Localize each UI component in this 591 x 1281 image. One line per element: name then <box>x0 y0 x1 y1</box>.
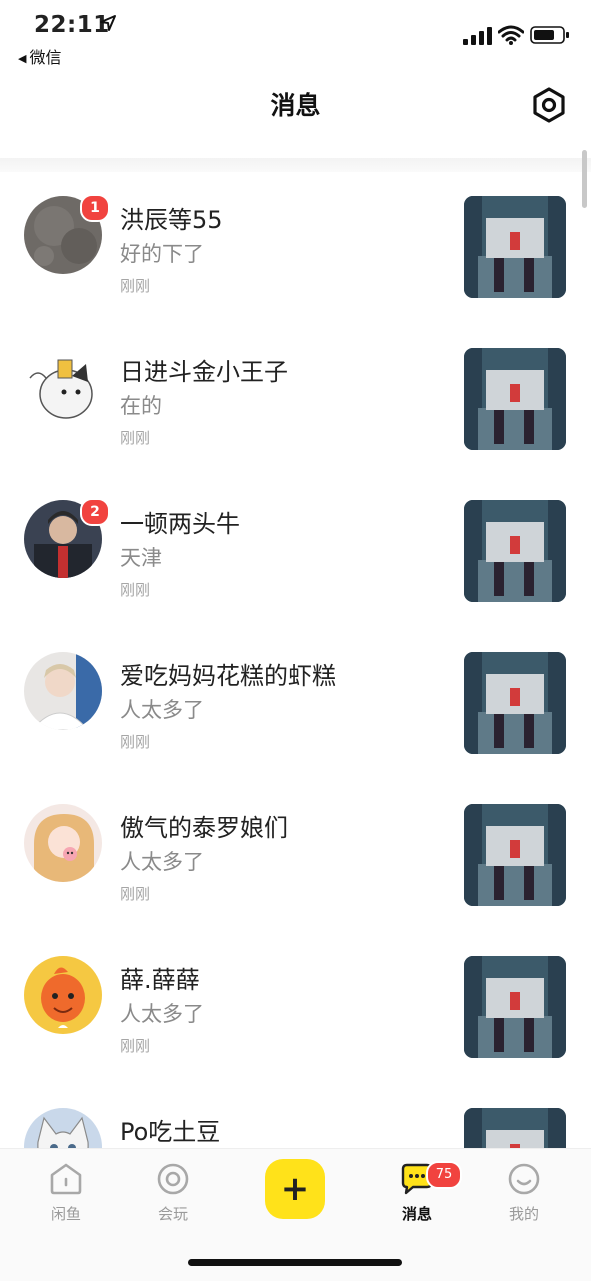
tab-home[interactable]: 闲鱼 <box>26 1161 106 1224</box>
conversation-row[interactable]: 2 一顿两头牛 天津 刚刚 <box>0 476 591 628</box>
item-thumbnail[interactable] <box>464 196 566 298</box>
last-message: 在的 <box>120 394 162 418</box>
avatar[interactable] <box>24 804 102 882</box>
item-thumbnail[interactable] <box>464 348 566 450</box>
message-time: 刚刚 <box>120 733 151 751</box>
message-time: 刚刚 <box>120 885 151 903</box>
last-message: 人太多了 <box>120 1002 204 1026</box>
tab-mine-label: 我的 <box>508 1205 539 1223</box>
conversation-list: 1 洪辰等55 好的下了 刚刚 日进斗金小王子 在的 刚刚 2 一顿两头牛 天津… <box>0 172 591 1148</box>
contact-name: 薛.薛薛 <box>120 966 200 994</box>
tab-play[interactable]: 会玩 <box>133 1161 213 1224</box>
last-message: 好的下了 <box>120 242 204 266</box>
message-time: 刚刚 <box>120 277 151 295</box>
contact-name: 日进斗金小王子 <box>120 358 288 386</box>
publish-button[interactable]: + <box>265 1159 325 1219</box>
contact-name: 洪辰等55 <box>120 206 223 234</box>
back-app-label: 微信 <box>29 48 62 67</box>
avatar[interactable] <box>24 956 102 1034</box>
battery-icon <box>530 26 569 44</box>
contact-name: 傲气的泰罗娘们 <box>120 814 288 842</box>
settings-hexagon-icon[interactable] <box>530 86 568 124</box>
smiley-face-icon <box>508 1163 540 1195</box>
avatar[interactable] <box>24 652 102 730</box>
header-divider <box>0 158 591 172</box>
conversation-row[interactable]: 傲气的泰罗娘们 人太多了 刚刚 <box>0 780 591 932</box>
contact-name: 一顿两头牛 <box>120 510 240 538</box>
item-thumbnail[interactable] <box>464 652 566 754</box>
wifi-icon <box>498 25 524 45</box>
item-thumbnail[interactable] <box>464 804 566 906</box>
tab-mine[interactable]: 我的 <box>484 1161 564 1224</box>
tab-play-label: 会玩 <box>157 1205 188 1223</box>
avatar[interactable] <box>24 1108 102 1148</box>
conversation-row[interactable]: Po吃土豆 <box>0 1084 591 1148</box>
tab-home-label: 闲鱼 <box>50 1205 81 1223</box>
tab-messages-label: 消息 <box>401 1205 432 1223</box>
message-time: 刚刚 <box>120 581 151 599</box>
cellular-signal-icon <box>463 27 492 45</box>
message-time: 刚刚 <box>120 429 151 447</box>
last-message: 人太多了 <box>120 698 204 722</box>
page-title: 消息 <box>270 91 321 120</box>
conversation-row[interactable]: 日进斗金小王子 在的 刚刚 <box>0 324 591 476</box>
status-bar: 22:11 ◀ 微信 <box>0 0 591 70</box>
home-icon <box>50 1163 82 1195</box>
message-time: 刚刚 <box>120 1037 151 1055</box>
location-arrow-icon <box>100 15 116 31</box>
circle-target-icon <box>157 1163 189 1195</box>
conversation-row[interactable]: 爱吃妈妈花糕的虾糕 人太多了 刚刚 <box>0 628 591 780</box>
avatar[interactable] <box>24 348 102 426</box>
unread-badge: 1 <box>80 194 110 222</box>
conversation-row[interactable]: 1 洪辰等55 好的下了 刚刚 <box>0 172 591 324</box>
contact-name: Po吃土豆 <box>120 1118 221 1146</box>
back-to-app-link[interactable]: ◀ 微信 <box>18 44 61 68</box>
item-thumbnail[interactable] <box>464 956 566 1058</box>
conversation-row[interactable]: 薛.薛薛 人太多了 刚刚 <box>0 932 591 1084</box>
back-triangle-icon: ◀ <box>18 52 27 65</box>
last-message: 天津 <box>120 546 162 570</box>
messages-unread-badge: 75 <box>426 1161 462 1189</box>
unread-badge: 2 <box>80 498 110 526</box>
item-thumbnail[interactable] <box>464 500 566 602</box>
home-indicator[interactable] <box>188 1259 402 1266</box>
contact-name: 爱吃妈妈花糕的虾糕 <box>120 662 336 690</box>
last-message: 人太多了 <box>120 850 204 874</box>
item-thumbnail[interactable] <box>464 1108 566 1148</box>
